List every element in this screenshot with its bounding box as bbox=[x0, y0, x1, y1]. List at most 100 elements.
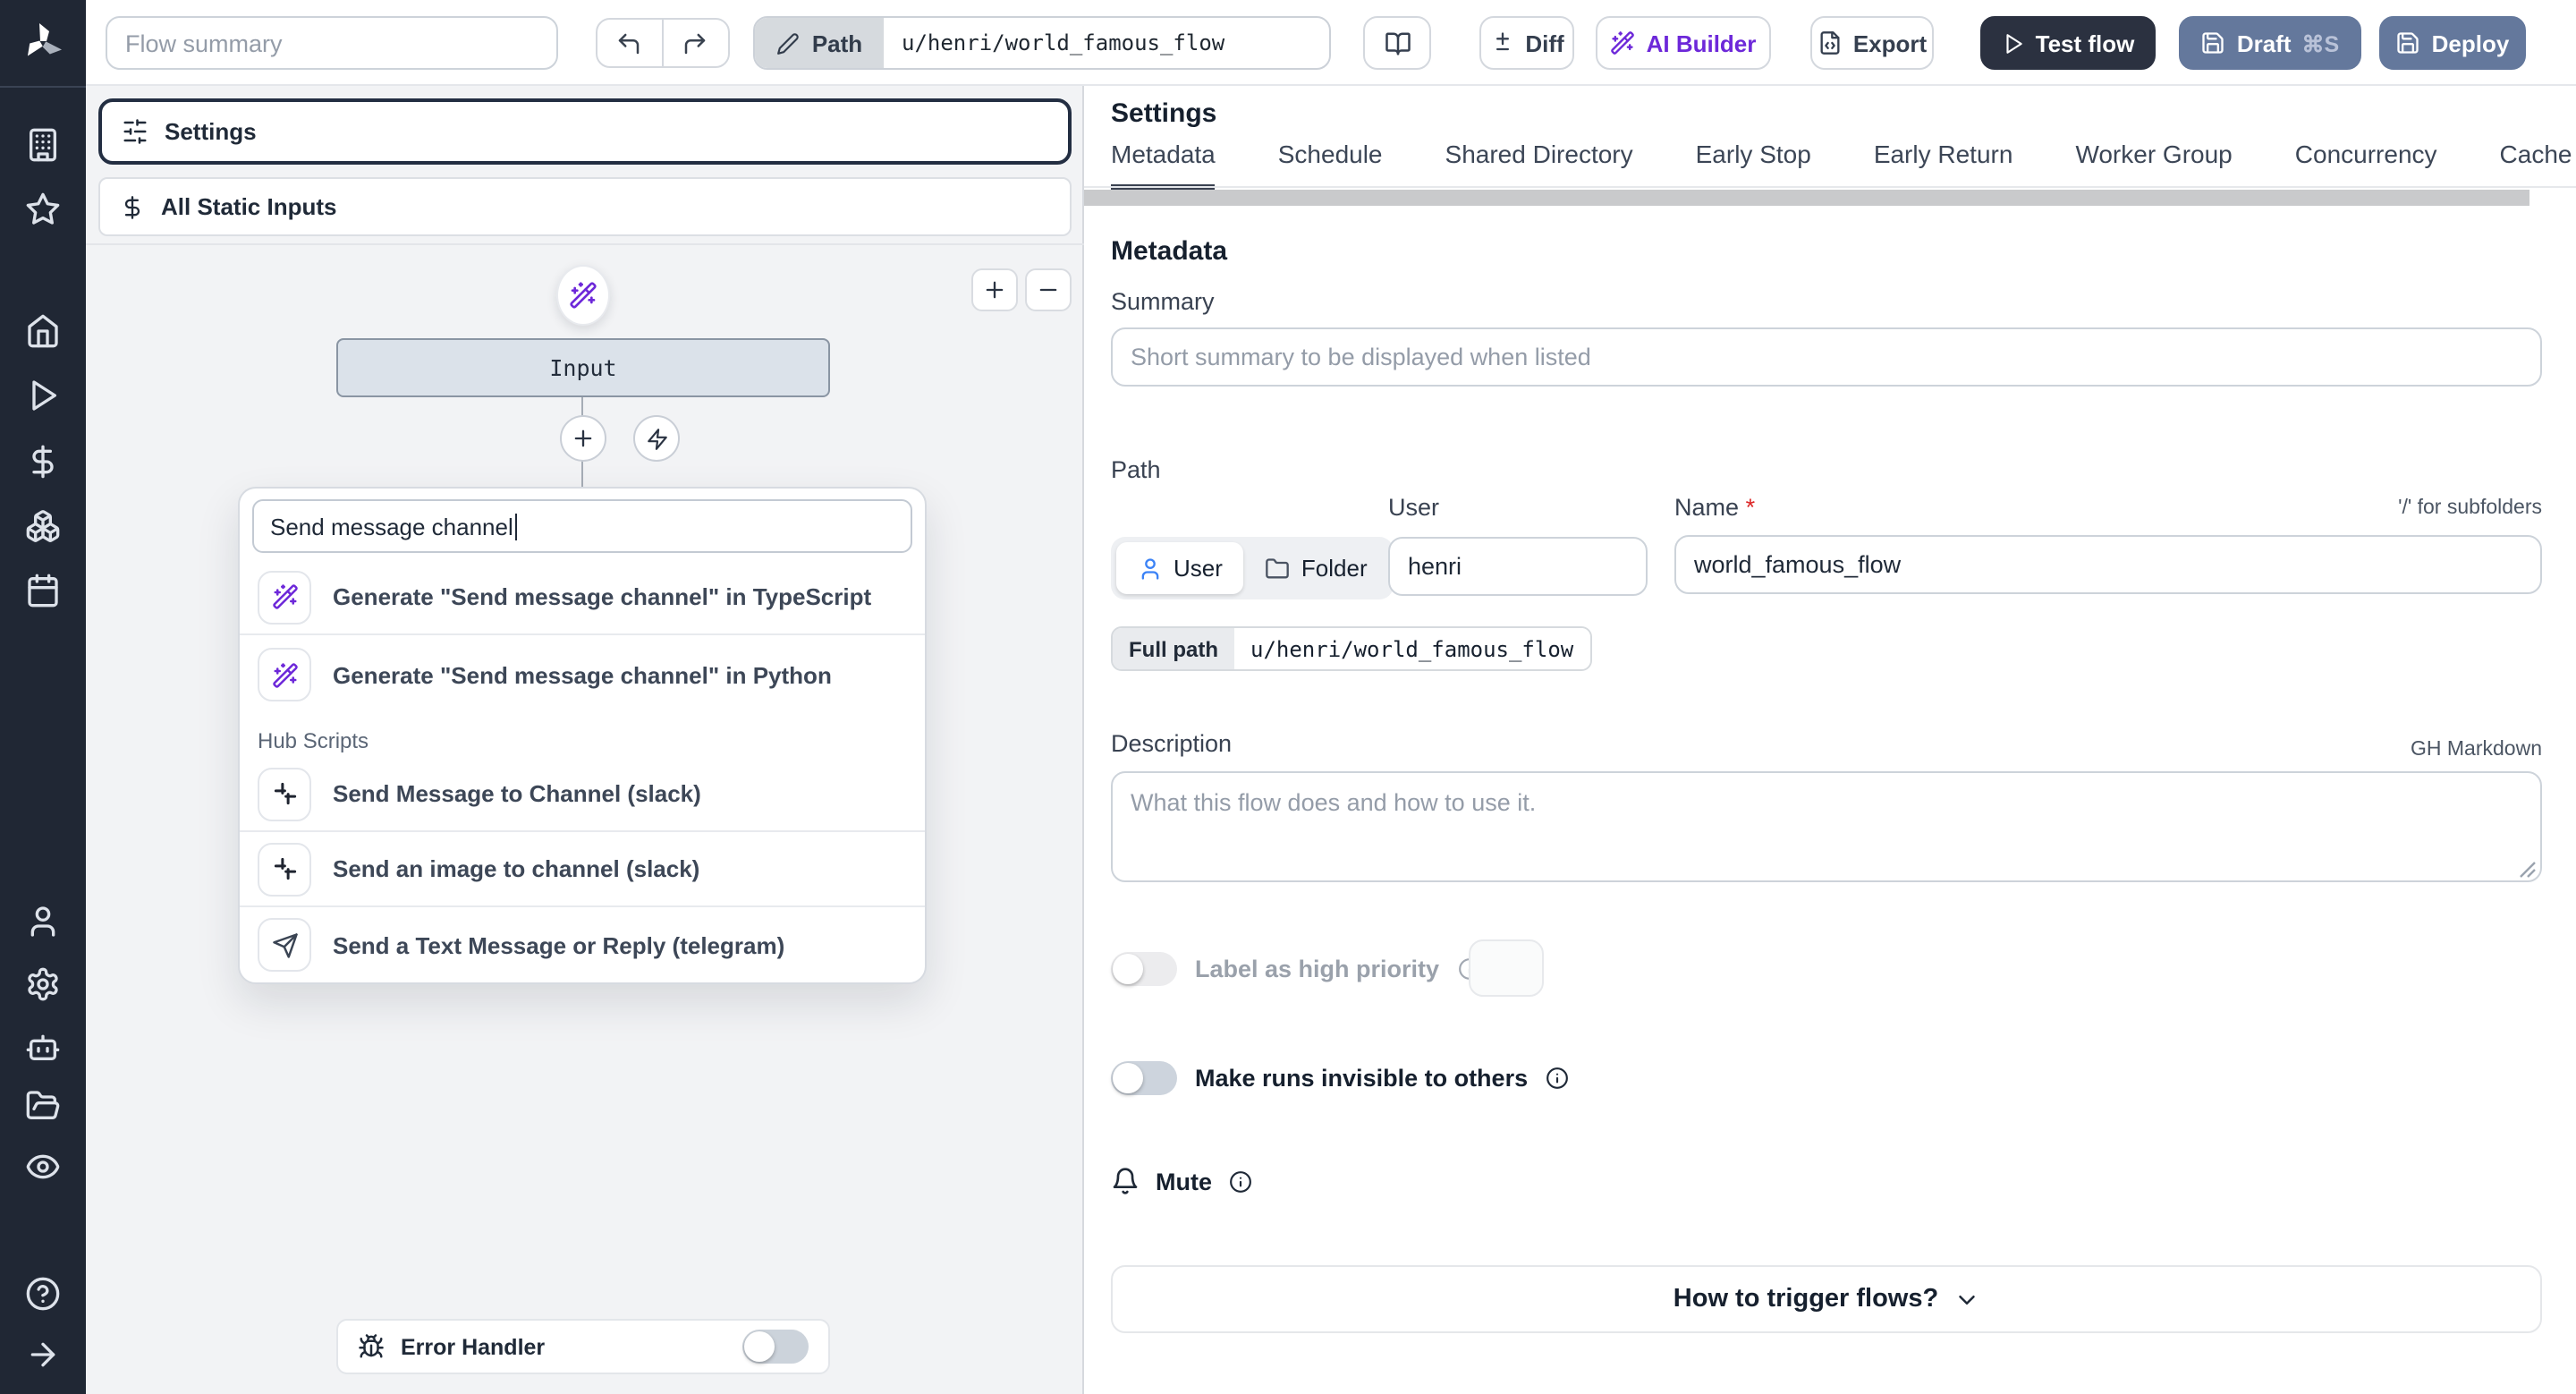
send-icon bbox=[271, 931, 298, 958]
description-textarea[interactable] bbox=[1111, 771, 2542, 882]
undo-icon bbox=[616, 30, 643, 56]
diff-label: Diff bbox=[1525, 30, 1564, 56]
redo-button[interactable] bbox=[663, 20, 728, 66]
diff-button[interactable]: Diff bbox=[1479, 16, 1574, 70]
sidebar-item-users[interactable] bbox=[0, 891, 86, 952]
owner-kind-folder-label: Folder bbox=[1301, 555, 1368, 582]
required-asterisk: * bbox=[1745, 494, 1756, 521]
pencil-icon bbox=[776, 31, 800, 55]
calendar-icon bbox=[25, 573, 61, 608]
add-trigger-button[interactable] bbox=[633, 415, 680, 462]
sidebar-item-folders[interactable] bbox=[0, 1075, 86, 1136]
sidebar-item-workers[interactable] bbox=[0, 1016, 86, 1077]
draft-button[interactable]: Draft ⌘S bbox=[2179, 16, 2361, 70]
resize-grip-icon[interactable] bbox=[2519, 861, 2537, 879]
sidebar-item-variables[interactable] bbox=[0, 431, 86, 492]
hub-script-label: Send Message to Channel (slack) bbox=[333, 780, 701, 807]
zoom-out-button[interactable] bbox=[1025, 268, 1072, 311]
flow-summary-input[interactable] bbox=[106, 16, 558, 70]
graph-divider bbox=[86, 243, 1084, 245]
deploy-button[interactable]: Deploy bbox=[2379, 16, 2526, 70]
sidebar-item-schedules[interactable] bbox=[0, 560, 86, 621]
owner-kind-folder[interactable]: Folder bbox=[1244, 542, 1389, 594]
hub-script-label: Send an image to channel (slack) bbox=[333, 855, 700, 882]
tab-concurrency[interactable]: Concurrency bbox=[2295, 140, 2437, 190]
tabs-border bbox=[1084, 186, 2576, 188]
path-user-input[interactable] bbox=[1388, 537, 1648, 596]
priority-value-input[interactable] bbox=[1469, 939, 1544, 997]
step-search-input[interactable]: Send message channel bbox=[252, 499, 912, 553]
tab-worker-group[interactable]: Worker Group bbox=[2075, 140, 2232, 190]
how-to-trigger-flows-expander[interactable]: How to trigger flows? bbox=[1111, 1265, 2542, 1333]
owner-kind-user[interactable]: User bbox=[1116, 542, 1244, 594]
tab-cache[interactable]: Cache bbox=[2500, 140, 2572, 190]
mute-row[interactable]: Mute bbox=[1111, 1167, 1251, 1195]
bug-icon bbox=[358, 1333, 385, 1360]
undo-button[interactable] bbox=[597, 20, 663, 66]
suggestion-generate-typescript[interactable]: Generate "Send message channel" in TypeS… bbox=[240, 560, 925, 635]
tabs-horizontal-scrollbar[interactable] bbox=[1084, 190, 2529, 206]
info-icon bbox=[1228, 1169, 1251, 1193]
sliders-icon bbox=[122, 118, 148, 145]
minus-icon bbox=[1036, 277, 1061, 302]
suggestion-generate-python[interactable]: Generate "Send message channel" in Pytho… bbox=[240, 635, 925, 714]
topbar: Path u/henri/world_famous_flow Diff AI B… bbox=[86, 0, 2576, 86]
plus-icon bbox=[982, 277, 1007, 302]
all-static-inputs-node[interactable]: All Static Inputs bbox=[98, 177, 1072, 236]
name-label: Name * bbox=[1674, 494, 1755, 521]
add-step-button[interactable] bbox=[560, 415, 606, 462]
sidebar-item-favorites[interactable] bbox=[0, 179, 86, 240]
sidebar-item-resources[interactable] bbox=[0, 496, 86, 557]
wand-icon bbox=[569, 281, 597, 310]
high-priority-row: Label as high priority bbox=[1111, 952, 1480, 986]
invisible-runs-toggle[interactable] bbox=[1111, 1061, 1177, 1095]
windmill-logo[interactable] bbox=[0, 13, 86, 73]
metadata-heading: Metadata bbox=[1111, 236, 1228, 267]
sidebar-item-help[interactable] bbox=[0, 1263, 86, 1324]
ai-builder-button[interactable]: AI Builder bbox=[1596, 16, 1771, 70]
path-name-input[interactable] bbox=[1674, 535, 2542, 594]
summary-input[interactable] bbox=[1111, 327, 2542, 387]
flow-ai-button[interactable] bbox=[556, 265, 610, 326]
tab-early-stop[interactable]: Early Stop bbox=[1696, 140, 1811, 190]
sidebar bbox=[0, 0, 86, 1394]
input-node[interactable]: Input bbox=[336, 338, 830, 397]
tab-schedule[interactable]: Schedule bbox=[1278, 140, 1383, 190]
sidebar-item-audit-logs[interactable] bbox=[0, 1136, 86, 1197]
error-handler-toggle[interactable] bbox=[742, 1330, 809, 1364]
test-flow-button[interactable]: Test flow bbox=[1980, 16, 2156, 70]
export-label: Export bbox=[1852, 30, 1928, 56]
docs-button[interactable] bbox=[1363, 16, 1431, 70]
sidebar-expand-button[interactable] bbox=[0, 1324, 86, 1385]
tab-early-return[interactable]: Early Return bbox=[1874, 140, 2013, 190]
slack-icon bbox=[271, 780, 298, 807]
boxes-icon bbox=[25, 508, 61, 544]
tab-shared-directory[interactable]: Shared Directory bbox=[1445, 140, 1633, 190]
flow-settings-node[interactable]: Settings bbox=[98, 98, 1072, 165]
sidebar-item-home[interactable] bbox=[0, 301, 86, 361]
path-value[interactable]: u/henri/world_famous_flow bbox=[884, 18, 1329, 68]
tab-metadata[interactable]: Metadata bbox=[1111, 140, 1216, 190]
suggestion-icon-chip bbox=[258, 648, 311, 701]
sidebar-item-runs[interactable] bbox=[0, 365, 86, 426]
draft-shortcut: ⌘S bbox=[2301, 31, 2340, 56]
zoom-in-button[interactable] bbox=[971, 268, 1018, 311]
hub-script-telegram-message[interactable]: Send a Text Message or Reply (telegram) bbox=[240, 907, 925, 982]
high-priority-toggle[interactable] bbox=[1111, 952, 1177, 986]
path-edit-button[interactable]: Path bbox=[755, 18, 884, 68]
error-handler-label: Error Handler bbox=[401, 1334, 546, 1359]
user-icon bbox=[25, 904, 61, 939]
export-button[interactable]: Export bbox=[1810, 16, 1934, 70]
hub-script-slack-message[interactable]: Send Message to Channel (slack) bbox=[240, 757, 925, 832]
path-label: Path bbox=[1111, 456, 1161, 483]
plus-circle-icon bbox=[571, 426, 596, 451]
folder-open-icon bbox=[25, 1088, 61, 1124]
sidebar-item-settings[interactable] bbox=[0, 954, 86, 1015]
ai-builder-label: AI Builder bbox=[1646, 30, 1757, 56]
error-handler-node[interactable]: Error Handler bbox=[336, 1319, 830, 1374]
trigger-help-label: How to trigger flows? bbox=[1673, 1285, 1939, 1313]
zap-icon bbox=[645, 427, 668, 450]
hub-script-slack-image[interactable]: Send an image to channel (slack) bbox=[240, 832, 925, 907]
star-icon bbox=[25, 191, 61, 227]
sidebar-item-workspace[interactable] bbox=[0, 115, 86, 175]
